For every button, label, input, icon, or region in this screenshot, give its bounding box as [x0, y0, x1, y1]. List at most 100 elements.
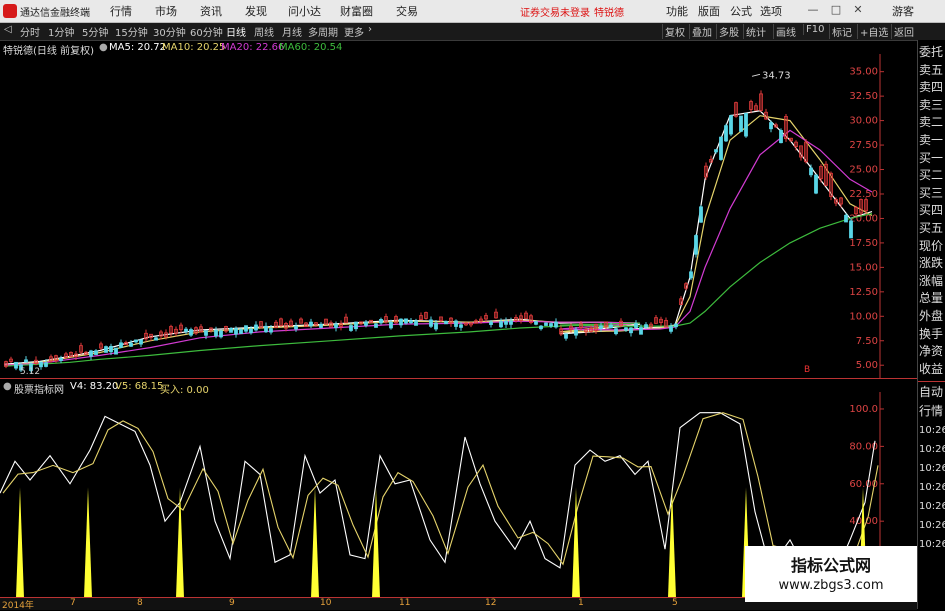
candle-body [129, 342, 133, 347]
v5-label: V5: 68.15 [115, 381, 164, 392]
tool-duogu[interactable]: 多股 [716, 24, 741, 39]
menu-shichang[interactable]: 市场 [155, 3, 177, 19]
price-tick-label: 10.00 [849, 311, 878, 322]
tool-add-watchlist[interactable]: +自选 [857, 24, 890, 39]
minimize-icon[interactable]: — [805, 2, 821, 18]
candle-body [429, 319, 433, 327]
candle-body [249, 328, 253, 334]
candle-body [634, 323, 638, 328]
menu-caifuquan[interactable]: 财富圈 [340, 3, 373, 19]
candle-body [714, 149, 718, 153]
settings-dot-icon[interactable]: ● [99, 42, 108, 53]
tick-time: 10:26 [919, 444, 945, 455]
period-fenshi[interactable]: 分时 [20, 24, 40, 39]
guest-label[interactable]: 游客 [892, 3, 914, 19]
candle-body [114, 347, 118, 355]
quote-label: 卖一 [919, 133, 944, 147]
period-monthly[interactable]: 月线 [282, 24, 302, 39]
app-title: 通达信金融终端 [20, 8, 90, 19]
menu-jiaoyi[interactable]: 交易 [396, 3, 418, 19]
app-logo-icon [3, 4, 17, 18]
indicator-dot-icon[interactable]: ● [3, 381, 12, 392]
quote-label: 涨幅 [919, 273, 944, 288]
close-icon[interactable]: ✕ [850, 2, 866, 18]
auto-quote-label: 自动 [919, 385, 944, 399]
period-1min[interactable]: 1分钟 [48, 24, 74, 39]
menu-zixun[interactable]: 资讯 [200, 3, 222, 19]
tool-return[interactable]: 返回 [891, 24, 916, 39]
period-toolbar: ◁ 分时 1分钟 5分钟 15分钟 30分钟 60分钟 日线 周线 月线 多周期… [0, 23, 945, 41]
tool-biaoji[interactable]: 标记 [829, 24, 854, 39]
candle-body [539, 325, 543, 330]
menu-faxian[interactable]: 发现 [245, 3, 267, 19]
candle-body [814, 174, 818, 194]
menu-gongshi[interactable]: 公式 [730, 3, 752, 19]
quote-label: 卖二 [919, 115, 944, 130]
candle-body [204, 330, 208, 336]
tool-huaxian[interactable]: 画线 [773, 24, 798, 39]
period-15min[interactable]: 15分钟 [115, 24, 148, 39]
period-multi[interactable]: 多周期 [308, 24, 338, 39]
candle-body [404, 318, 408, 324]
candle-body [154, 337, 158, 341]
x-tick: 5 [672, 598, 678, 608]
quote-label: 卖三 [919, 97, 944, 112]
period-back-icon[interactable]: ◁ [4, 24, 12, 35]
price-chart[interactable]: 35.0032.5030.0027.5025.0022.5020.0017.50… [0, 54, 917, 378]
x-tick: 7 [70, 598, 76, 608]
quote-label: 总量 [919, 291, 944, 306]
candle-body [184, 328, 188, 332]
restore-icon[interactable]: □ [828, 2, 844, 18]
candle-body [409, 320, 413, 324]
menu-wenxiaoda[interactable]: 问小达 [288, 3, 321, 19]
quote-label: 买二 [919, 168, 944, 183]
buy-signal-spike [176, 487, 184, 598]
period-more[interactable]: 更多 [344, 24, 364, 39]
quote-label: 买五 [919, 221, 944, 235]
menu-hangqing[interactable]: 行情 [110, 3, 132, 19]
price-tick-label: 7.50 [856, 336, 878, 347]
price-tick-label: 32.50 [849, 91, 878, 102]
buy-signal-spike [16, 487, 24, 598]
candle-body [629, 327, 633, 334]
tool-diejia[interactable]: 叠加 [689, 24, 714, 39]
quote-label: 收益 [919, 361, 944, 376]
candle-body [489, 321, 493, 325]
candle-body [574, 329, 578, 336]
candle-body [379, 319, 383, 324]
low-price-label: 5.12 [20, 367, 40, 377]
tick-time: 10:26 [919, 425, 945, 436]
tick-time: 10:26 [919, 539, 945, 550]
candle-body [544, 322, 548, 326]
ma-line-ma5 [3, 110, 873, 365]
candle-body [849, 220, 853, 239]
candle-body [229, 328, 233, 333]
tool-fuquan[interactable]: 复权 [662, 24, 687, 39]
candle-body [89, 350, 93, 357]
more-chevron-icon[interactable]: › [368, 24, 372, 35]
quote-label: 外盘 [919, 309, 944, 323]
menu-xuanxiang[interactable]: 选项 [760, 3, 782, 19]
x-tick: 11 [399, 598, 411, 608]
login-notice[interactable]: 证券交易未登录 [520, 4, 590, 19]
candle-body [769, 122, 773, 130]
menu-gongneng[interactable]: 功能 [666, 3, 688, 19]
quote-label: 现价 [919, 238, 944, 253]
period-60min[interactable]: 60分钟 [190, 24, 223, 39]
period-5min[interactable]: 5分钟 [82, 24, 108, 39]
period-weekly[interactable]: 周线 [254, 24, 274, 39]
candle-body [44, 362, 48, 367]
candle-body [504, 320, 508, 325]
period-30min[interactable]: 30分钟 [153, 24, 186, 39]
candle-body [744, 113, 748, 137]
menu-banmian[interactable]: 版面 [698, 3, 720, 19]
period-daily[interactable]: 日线 [226, 24, 246, 39]
candle-body [319, 323, 323, 328]
watermark-title: 指标公式网 [790, 556, 871, 575]
candle-body [609, 324, 613, 329]
tool-f10[interactable]: F10 [803, 24, 826, 35]
tool-tongji[interactable]: 统计 [743, 24, 768, 39]
candle-body [454, 320, 458, 327]
candle-body [564, 333, 568, 339]
ma20-label: MA20: 22.66 [221, 42, 285, 53]
